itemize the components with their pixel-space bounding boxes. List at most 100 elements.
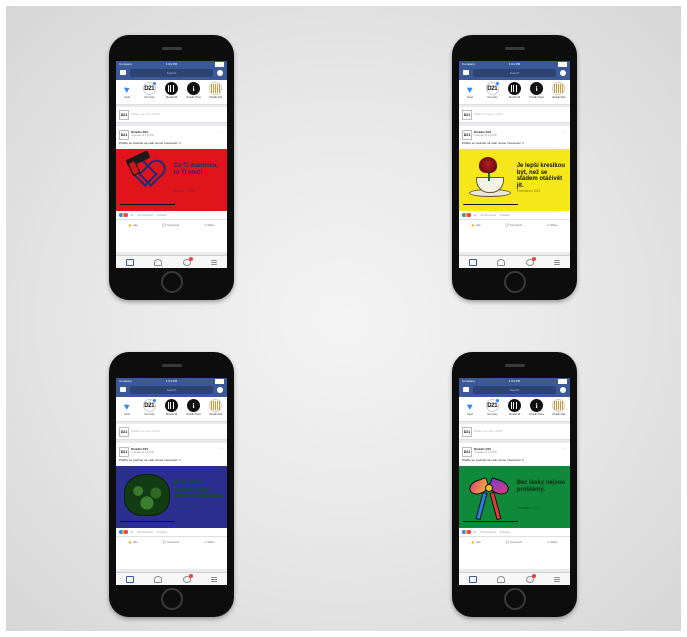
search-input[interactable]: Search bbox=[130, 386, 213, 394]
home-button[interactable] bbox=[160, 588, 183, 610]
camera-icon[interactable] bbox=[463, 70, 469, 75]
share-label: Share bbox=[550, 223, 558, 227]
comment-button[interactable]: 💬 Comment bbox=[163, 223, 179, 227]
more-options-icon[interactable]: ··· bbox=[219, 446, 223, 451]
story-item[interactable]: Send bbox=[118, 82, 136, 99]
story-item[interactable]: Divadlo Diví bbox=[207, 399, 225, 416]
story-item[interactable]: i Divadlo Husa bbox=[528, 399, 546, 416]
friends-icon[interactable] bbox=[497, 575, 506, 583]
camera-icon[interactable] bbox=[120, 70, 126, 75]
share-count[interactable]: 8 shares bbox=[157, 531, 167, 534]
notifications-icon[interactable] bbox=[525, 256, 536, 266]
messenger-icon[interactable] bbox=[560, 387, 566, 393]
more-options-icon[interactable]: ··· bbox=[219, 129, 223, 134]
reactions-row[interactable]: 91 33 comments 8 shares bbox=[459, 211, 570, 219]
home-button[interactable] bbox=[503, 588, 526, 610]
news-feed-icon[interactable] bbox=[126, 575, 135, 583]
ad-image[interactable]: Bez lásky nejsou problémy. Premiéra v D21 bbox=[459, 466, 570, 528]
story-item[interactable]: Send bbox=[461, 399, 479, 416]
friends-icon[interactable] bbox=[154, 575, 163, 583]
post-timestamp[interactable]: Yesterday at 2:10 PM bbox=[474, 134, 497, 137]
share-button[interactable]: ↪ Share bbox=[204, 223, 215, 227]
notifications-icon[interactable] bbox=[182, 573, 193, 583]
composer[interactable]: D21 What's on your mind? bbox=[116, 107, 227, 123]
ad-image[interactable]: Buď věrná hvězdě, tebe uvidí i v rozhlas… bbox=[116, 466, 227, 528]
reactions-row[interactable]: 91 33 comments 8 shares bbox=[459, 528, 570, 536]
comment-button[interactable]: 💬 Comment bbox=[506, 540, 522, 544]
notifications-icon[interactable] bbox=[182, 256, 193, 266]
comment-button[interactable]: 💬 Comment bbox=[506, 223, 522, 227]
news-feed-icon[interactable] bbox=[126, 258, 135, 266]
story-item[interactable]: Divadlo 99 bbox=[505, 399, 523, 416]
composer[interactable]: D21 What's on your mind? bbox=[116, 424, 227, 440]
notifications-icon[interactable] bbox=[525, 573, 536, 583]
share-count[interactable]: 8 shares bbox=[500, 214, 510, 217]
story-item[interactable]: D21 Your story bbox=[140, 399, 158, 416]
like-button[interactable]: 👍 Like bbox=[471, 540, 480, 544]
more-options-icon[interactable]: ··· bbox=[562, 129, 566, 134]
story-label: Divadlo Husa bbox=[529, 413, 544, 416]
like-button[interactable]: 👍 Like bbox=[128, 223, 137, 227]
post-timestamp[interactable]: Yesterday at 2:10 PM bbox=[474, 451, 497, 454]
composer[interactable]: D21 What's on your mind? bbox=[459, 107, 570, 123]
page-avatar[interactable]: D21 bbox=[119, 130, 129, 140]
story-item[interactable]: D21 Your story bbox=[140, 82, 158, 99]
comment-count[interactable]: 33 comments bbox=[480, 214, 496, 217]
page-avatar[interactable]: D21 bbox=[119, 447, 129, 457]
menu-icon[interactable] bbox=[553, 259, 560, 265]
love-reaction-icon bbox=[124, 530, 128, 534]
search-input[interactable]: Search bbox=[130, 69, 213, 77]
comment-button[interactable]: 💬 Comment bbox=[163, 540, 179, 544]
comment-count[interactable]: 33 comments bbox=[480, 531, 496, 534]
story-item[interactable]: Send bbox=[118, 399, 136, 416]
news-feed-icon[interactable] bbox=[469, 575, 478, 583]
camera-icon[interactable] bbox=[463, 387, 469, 392]
story-item[interactable]: Divadlo 99 bbox=[505, 82, 523, 99]
news-feed-icon[interactable] bbox=[469, 258, 478, 266]
share-button[interactable]: ↪ Share bbox=[547, 540, 558, 544]
story-item[interactable]: Send bbox=[461, 82, 479, 99]
story-item[interactable]: Divadlo Diví bbox=[207, 82, 225, 99]
ad-image[interactable]: Je lepší kreslkou být, než se stádem otá… bbox=[459, 149, 570, 211]
search-input[interactable]: Search bbox=[473, 386, 556, 394]
reactions-row[interactable]: 91 33 comments 8 shares bbox=[116, 211, 227, 219]
page-avatar[interactable]: D21 bbox=[462, 130, 472, 140]
ad-image[interactable]: Co Ti maminka, to Ti oteč! Hamlet v D21 bbox=[116, 149, 227, 211]
share-button[interactable]: ↪ Share bbox=[547, 223, 558, 227]
comment-count[interactable]: 33 comments bbox=[137, 214, 153, 217]
menu-icon[interactable] bbox=[210, 576, 217, 582]
menu-icon[interactable] bbox=[210, 259, 217, 265]
story-label: Your story bbox=[486, 413, 498, 416]
post-timestamp[interactable]: Yesterday at 2:10 PM bbox=[131, 134, 154, 137]
messenger-icon[interactable] bbox=[217, 70, 223, 76]
story-item[interactable]: Divadlo Diví bbox=[550, 399, 568, 416]
story-item[interactable]: i Divadlo Husa bbox=[185, 82, 203, 99]
post-timestamp[interactable]: Yesterday at 2:10 PM bbox=[131, 451, 154, 454]
search-input[interactable]: Search bbox=[473, 69, 556, 77]
friends-icon[interactable] bbox=[497, 258, 506, 266]
camera-icon[interactable] bbox=[120, 387, 126, 392]
story-item[interactable]: i Divadlo Husa bbox=[185, 399, 203, 416]
story-item[interactable]: D21 Your story bbox=[483, 399, 501, 416]
home-button[interactable] bbox=[160, 271, 183, 293]
story-item[interactable]: D21 Your story bbox=[483, 82, 501, 99]
messenger-icon[interactable] bbox=[560, 70, 566, 76]
home-button[interactable] bbox=[503, 271, 526, 293]
comment-count[interactable]: 33 comments bbox=[137, 531, 153, 534]
share-button[interactable]: ↪ Share bbox=[204, 540, 215, 544]
story-item[interactable]: Divadlo 99 bbox=[162, 82, 180, 99]
story-item[interactable]: Divadlo Diví bbox=[550, 82, 568, 99]
share-count[interactable]: 8 shares bbox=[157, 214, 167, 217]
page-avatar[interactable]: D21 bbox=[462, 447, 472, 457]
like-button[interactable]: 👍 Like bbox=[471, 223, 480, 227]
share-count[interactable]: 8 shares bbox=[500, 531, 510, 534]
reactions-row[interactable]: 91 33 comments 8 shares bbox=[116, 528, 227, 536]
messenger-icon[interactable] bbox=[217, 387, 223, 393]
story-item[interactable]: i Divadlo Husa bbox=[528, 82, 546, 99]
like-button[interactable]: 👍 Like bbox=[128, 540, 137, 544]
friends-icon[interactable] bbox=[154, 258, 163, 266]
composer[interactable]: D21 What's on your mind? bbox=[459, 424, 570, 440]
more-options-icon[interactable]: ··· bbox=[562, 446, 566, 451]
menu-icon[interactable] bbox=[553, 576, 560, 582]
story-item[interactable]: Divadlo 99 bbox=[162, 399, 180, 416]
